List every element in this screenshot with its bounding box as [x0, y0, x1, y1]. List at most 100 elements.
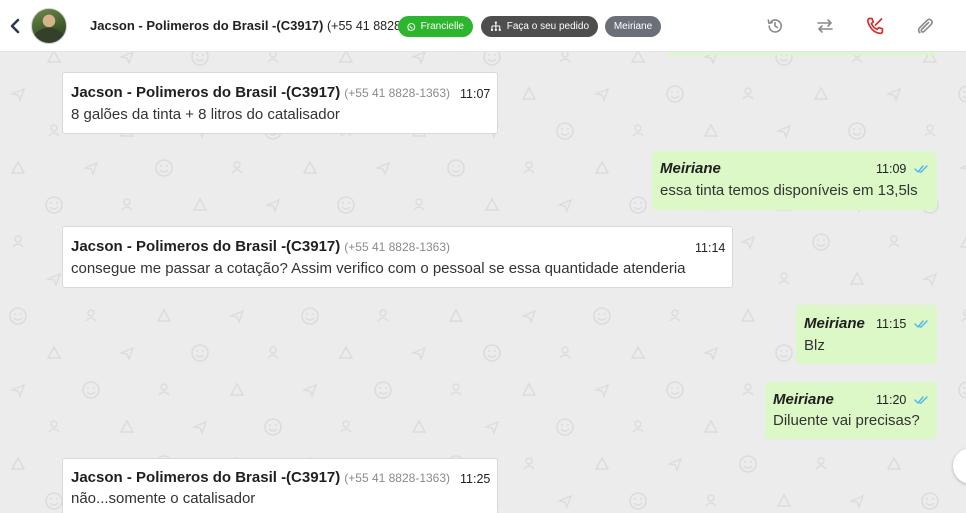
wallpaper-smiley-doodle: [483, 344, 501, 362]
wallpaper-person-doodle: [413, 198, 425, 211]
wallpaper-triangle-doodle: [46, 49, 62, 63]
wallpaper-person-doodle: [231, 161, 243, 174]
wallpaper-plane-doodle: [885, 87, 902, 102]
sender-phone: (+55 41 8828-1363): [344, 471, 451, 485]
wallpaper-plane-doodle: [483, 420, 500, 435]
message-sender: Jacson - Polimeros do Brasil -(C3917) (+5…: [71, 84, 450, 101]
message-text: 8 galões da tinta + 8 litros do catalisa…: [71, 106, 340, 123]
message-text: consegue me passar a cotação? Assim veri…: [71, 260, 686, 277]
wallpaper-triangle-doodle: [229, 382, 245, 396]
wallpaper-person-doodle: [632, 124, 644, 137]
wallpaper-plane-doodle: [848, 494, 865, 509]
wallpaper-plane-doodle: [9, 383, 26, 398]
wallpaper-triangle-doodle: [886, 456, 902, 470]
paperclip-icon: [917, 18, 933, 34]
message-outgoing[interactable]: Meiriane 11:20 Diluente vai precisas?: [765, 382, 937, 439]
wallpaper-person-doodle: [742, 383, 754, 396]
tag-faca-seu-pedido[interactable]: Faça o seu pedido: [481, 16, 598, 37]
contact-title: Jacson - Polimeros do Brasil -(C3917) (+…: [90, 18, 437, 33]
wallpaper-smiley-doodle: [337, 196, 355, 214]
wallpaper-triangle-doodle: [776, 493, 792, 507]
wallpaper-plane-doodle: [374, 161, 391, 176]
back-chevron-icon: [10, 18, 20, 34]
wallpaper-person-doodle: [48, 124, 60, 137]
message-sender: Jacson - Polimeros do Brasil -(C3917) (+5…: [71, 469, 450, 486]
message-time: 11:07: [460, 87, 491, 101]
wallpaper-person-doodle: [632, 420, 644, 433]
wallpaper-smiley-doodle: [739, 455, 757, 473]
wallpaper-plane-doodle: [45, 272, 62, 287]
wallpaper-triangle-doodle: [338, 49, 354, 63]
wallpaper-plane-doodle: [556, 494, 573, 509]
wallpaper-plane-doodle: [410, 50, 427, 65]
message-text: não...somente o catalisador: [71, 490, 256, 507]
tag-francielle[interactable]: Francielle: [398, 16, 473, 37]
wallpaper-triangle-doodle: [10, 160, 26, 174]
wallpaper-plane-doodle: [666, 457, 683, 472]
message-time: 11:20: [876, 393, 907, 407]
wallpaper-smiley-doodle: [556, 122, 574, 140]
tag-francielle-label: Francielle: [420, 21, 464, 32]
wallpaper-triangle-doodle: [411, 419, 427, 433]
wallpaper-plane-doodle: [739, 235, 756, 250]
wallpaper-person-doodle: [267, 346, 279, 359]
wallpaper-person-doodle: [523, 457, 535, 470]
wallpaper-person-doodle: [340, 420, 352, 433]
wallpaper-triangle-doodle: [156, 308, 172, 322]
message-text: Diluente vai precisas?: [773, 412, 920, 429]
wallpaper-plane-doodle: [702, 346, 719, 361]
contact-avatar[interactable]: [31, 8, 67, 44]
sender-phone: (+55 41 8828-1363): [344, 86, 451, 100]
wallpaper-smiley-doodle: [191, 344, 209, 362]
message-incoming[interactable]: Jacson - Polimeros do Brasil -(C3917) (+5…: [62, 226, 733, 288]
sender-name: Jacson - Polimeros do Brasil -(C3917): [71, 238, 341, 255]
wallpaper-smiley-doodle: [629, 492, 647, 510]
wallpaper-person-doodle: [815, 457, 827, 470]
wallpaper-smiley-doodle: [958, 85, 966, 103]
wallpaper-person-doodle: [778, 272, 790, 285]
message-time: 11:25: [460, 472, 491, 486]
wallpaper-smiley-doodle: [447, 159, 465, 177]
wallpaper-smiley-doodle: [301, 307, 319, 325]
message-outgoing[interactable]: Meiriane 11:15 Blz: [796, 305, 937, 364]
message-incoming[interactable]: Jacson - Polimeros do Brasil -(C3917) (+5…: [62, 458, 498, 513]
wallpaper-smiley-doodle: [848, 122, 866, 140]
wallpaper-triangle-doodle: [594, 160, 610, 174]
message-outgoing[interactable]: Meiriane 11:09 essa tinta temos disponív…: [652, 151, 937, 210]
message-time: 11:14: [695, 241, 726, 255]
wallpaper-person-doodle: [924, 124, 936, 137]
history-button[interactable]: [765, 16, 785, 36]
wallpaper-triangle-doodle: [630, 345, 646, 359]
wallpaper-person-doodle: [48, 420, 60, 433]
wallpaper-smiley-doodle: [9, 307, 27, 325]
wallpaper-triangle-doodle: [594, 456, 610, 470]
tag-meiriane[interactable]: Meiriane: [605, 16, 661, 37]
message-text: Blz: [804, 337, 825, 354]
wallpaper-triangle-doodle: [521, 86, 537, 100]
wallpaper-triangle-doodle: [119, 419, 135, 433]
wallpaper-smiley-doodle: [666, 381, 684, 399]
end-call-icon: [867, 17, 884, 35]
wallpaper-person-doodle: [888, 235, 900, 248]
wallpaper-plane-doodle: [958, 165, 966, 170]
wallpaper-plane-doodle: [556, 198, 573, 213]
wallpaper-smiley-doodle: [629, 196, 647, 214]
wallpaper-plane-doodle: [520, 309, 537, 324]
sender-name: Jacson - Polimeros do Brasil -(C3917): [71, 84, 341, 101]
wallpaper-plane-doodle: [191, 420, 208, 435]
wallpaper-plane-doodle: [264, 198, 281, 213]
message-incoming[interactable]: Jacson - Polimeros do Brasil -(C3917) (+5…: [62, 72, 498, 134]
end-call-button[interactable]: [865, 16, 885, 36]
wallpaper-smiley-doodle: [45, 196, 63, 214]
wallpaper-triangle-doodle: [302, 160, 318, 174]
transfer-button[interactable]: [815, 16, 835, 36]
back-button[interactable]: [6, 14, 24, 38]
wallpaper-plane-doodle: [9, 87, 26, 102]
wallpaper-person-doodle: [12, 235, 24, 248]
wallpaper-person-doodle: [158, 383, 170, 396]
attach-button[interactable]: [915, 16, 935, 36]
wallpaper-plane-doodle: [301, 383, 318, 398]
message-sender: Meiriane: [804, 315, 865, 332]
wallpaper-person-doodle: [742, 87, 754, 100]
wallpaper-person-doodle: [85, 309, 97, 322]
